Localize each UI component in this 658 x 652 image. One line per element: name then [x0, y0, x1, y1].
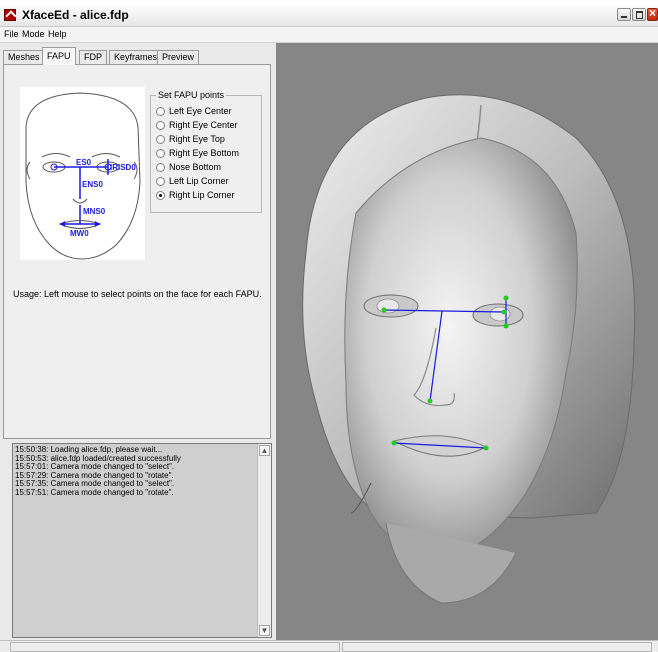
radio-label: Right Eye Center	[169, 120, 238, 130]
radio-label: Right Eye Top	[169, 134, 225, 144]
log-line: 15:57:51: Camera mode changed to "rotate…	[15, 487, 174, 497]
tab-preview[interactable]: Preview	[157, 50, 200, 64]
tab-keyframes[interactable]: Keyframes	[109, 50, 163, 64]
scroll-down-icon[interactable]: ▼	[259, 625, 270, 636]
fapu-group-legend: Set FAPU points	[156, 90, 227, 100]
status-pane	[342, 642, 652, 652]
radio-button[interactable]	[156, 177, 165, 186]
title-bar: XfaceEd - alice.fdp	[0, 3, 658, 27]
fapu-tab-panel: ES0 IRISD0 ENS0 MNS0 MW0 Set FAPU points…	[3, 64, 271, 439]
maximize-button[interactable]	[632, 8, 646, 21]
tab-meshes[interactable]: Meshes	[3, 50, 45, 64]
marker-right-eye-center[interactable]	[501, 309, 507, 315]
menu-help[interactable]: Help	[48, 29, 67, 39]
radio-button[interactable]	[156, 163, 165, 172]
marker-nose-bottom[interactable]	[427, 398, 433, 404]
fapu-face-diagram: ES0 IRISD0 ENS0 MNS0 MW0	[20, 87, 145, 260]
radio-label: Nose Bottom	[169, 162, 222, 172]
log-scrollbar[interactable]: ▲ ▼	[257, 444, 271, 637]
scroll-up-icon[interactable]: ▲	[259, 445, 270, 456]
radio-button[interactable]	[156, 149, 165, 158]
marker-left-eye-center[interactable]	[381, 307, 387, 313]
3d-viewport[interactable]	[276, 43, 658, 640]
radio-button[interactable]	[156, 107, 165, 116]
menu-bar: File Mode Help	[0, 27, 658, 43]
log-console[interactable]: 15:50:38: Loading alice.fdp, please wait…	[12, 443, 272, 638]
radio-label: Left Lip Corner	[169, 176, 229, 186]
radio-button[interactable]	[156, 135, 165, 144]
marker-right-eye-bottom[interactable]	[503, 323, 509, 329]
face-outline-drawing: ES0 IRISD0 ENS0 MNS0 MW0	[25, 92, 141, 260]
app-logo-icon	[4, 9, 16, 21]
close-button[interactable]	[647, 6, 658, 21]
diagram-label-ens0: ENS0	[82, 180, 103, 189]
marker-right-eye-top[interactable]	[503, 295, 509, 301]
fapu-points-group: Set FAPU points Left Eye Center Right Ey…	[150, 90, 262, 213]
diagram-label-es0: ES0	[76, 158, 92, 167]
radio-label: Right Lip Corner	[169, 190, 235, 200]
marker-left-lip-corner[interactable]	[391, 440, 397, 446]
face-model-render	[302, 94, 636, 604]
diagram-label-mw0: MW0	[70, 229, 89, 238]
diagram-label-irisd0: IRISD0	[110, 163, 136, 172]
tab-fdp[interactable]: FDP	[79, 50, 107, 64]
status-pane	[10, 642, 340, 652]
radio-label: Left Eye Center	[169, 106, 232, 116]
menu-mode[interactable]: Mode	[22, 29, 45, 39]
marker-right-lip-corner[interactable]	[483, 445, 489, 451]
radio-label: Right Eye Bottom	[169, 148, 240, 158]
radio-button-selected[interactable]	[156, 191, 165, 200]
window-title: XfaceEd - alice.fdp	[22, 8, 129, 22]
left-panel: Meshes FAPU FDP Keyframes Preview ES0 IR…	[0, 43, 276, 640]
radio-button[interactable]	[156, 121, 165, 130]
menu-file[interactable]: File	[4, 29, 19, 39]
minimize-button[interactable]	[617, 8, 631, 21]
tab-fapu[interactable]: FAPU	[42, 47, 76, 65]
usage-hint: Usage: Left mouse to select points on th…	[13, 289, 262, 299]
status-bar	[0, 640, 658, 652]
diagram-label-mns0: MNS0	[83, 207, 106, 216]
log-lines: 15:50:38: Loading alice.fdp, please wait…	[15, 445, 257, 497]
